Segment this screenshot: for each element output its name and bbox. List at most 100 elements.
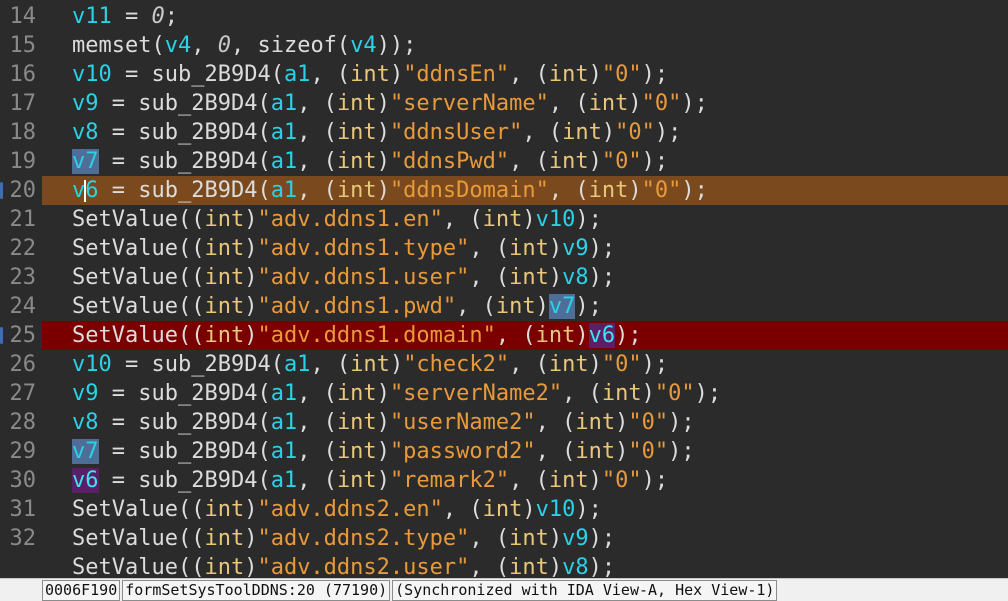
code-text[interactable]: v8 = sub_2B9D4(a1, (int)"userName2", (in… (42, 408, 1008, 437)
variable-token[interactable]: v10 (72, 352, 112, 377)
code-line[interactable]: 29 v7 = sub_2B9D4(a1, (int)"password2", (… (0, 437, 1008, 466)
code-line[interactable]: 23 SetValue((int)"adv.ddns1.user", (int)v… (0, 263, 1008, 292)
code-line[interactable]: 17 v9 = sub_2B9D4(a1, (int)"serverName", … (0, 89, 1008, 118)
code-line[interactable]: 26 v10 = sub_2B9D4(a1, (int)"check2", (in… (0, 350, 1008, 379)
variable-token[interactable]: v9 (562, 236, 589, 261)
pseudocode-view[interactable]: 14 v11 = 0; 15 memset(v4, 0, sizeof(v4)); 16… (0, 0, 1008, 578)
type-keyword: int (204, 236, 245, 261)
type-keyword: int (336, 468, 377, 493)
variable-token[interactable]: a1 (271, 91, 298, 116)
highlighted-variable[interactable]: v6 (72, 468, 99, 493)
code-text[interactable]: memset(v4, 0, sizeof(v4)); (42, 31, 1008, 60)
code-line[interactable]: SetValue((int)"adv.ddns2.user", (int)v8)… (0, 553, 1008, 578)
variable-token[interactable]: v9 (72, 91, 99, 116)
variable-token[interactable]: a1 (271, 468, 298, 493)
variable-token[interactable]: a1 (284, 352, 311, 377)
code-token: ) (575, 323, 589, 348)
code-token: , ( (509, 468, 549, 493)
variable-token[interactable]: v11 (72, 4, 112, 29)
code-line[interactable]: 22 SetValue((int)"adv.ddns1.type", (int)v… (0, 234, 1008, 263)
type-keyword: int (204, 207, 245, 232)
code-text[interactable]: v10 = sub_2B9D4(a1, (int)"check2", (int)… (42, 350, 1008, 379)
code-token: ); (681, 178, 708, 203)
code-text[interactable]: v6 = sub_2B9D4(a1, (int)"ddnsDomain", (i… (42, 176, 1008, 205)
highlighted-variable[interactable]: v7 (72, 149, 99, 174)
variable-token[interactable]: v4 (350, 33, 377, 58)
code-text[interactable]: SetValue((int)"adv.ddns2.type", (int)v9)… (42, 524, 1008, 553)
code-token: ) (244, 265, 258, 290)
code-text[interactable]: SetValue((int)"adv.ddns1.en", (int)v10); (42, 205, 1008, 234)
code-line[interactable]: 14 v11 = 0; (0, 2, 1008, 31)
code-text[interactable]: SetValue((int)"adv.ddns2.user", (int)v8)… (42, 553, 1008, 578)
variable-token[interactable]: v8 (562, 265, 589, 290)
code-line[interactable]: 21 SetValue((int)"adv.ddns1.en", (int)v10… (0, 205, 1008, 234)
variable-token[interactable]: a1 (271, 381, 298, 406)
code-line[interactable]: 31 SetValue((int)"adv.ddns2.en", (int)v10… (0, 495, 1008, 524)
line-number: 24 (0, 292, 40, 321)
code-text[interactable]: v6 = sub_2B9D4(a1, (int)"remark2", (int)… (42, 466, 1008, 495)
highlighted-variable[interactable]: v7 (548, 294, 576, 319)
string-literal: "adv.ddns1.type" (257, 236, 470, 261)
code-token: ) (376, 178, 390, 203)
variable-token[interactable]: a1 (271, 120, 298, 145)
type-keyword: int (575, 410, 616, 435)
code-text[interactable]: SetValue((int)"adv.ddns2.en", (int)v10); (42, 495, 1008, 524)
code-token: ); (575, 294, 602, 319)
variable-token[interactable]: a1 (271, 410, 298, 435)
variable-token[interactable]: a1 (271, 149, 298, 174)
variable-token[interactable]: 6 (85, 178, 98, 203)
variable-token[interactable]: v4 (165, 33, 192, 58)
code-line[interactable]: 24 SetValue((int)"adv.ddns1.pwd", (int)v7… (0, 292, 1008, 321)
code-text[interactable]: v7 = sub_2B9D4(a1, (int)"ddnsPwd", (int)… (42, 147, 1008, 176)
code-text[interactable]: SetValue((int)"adv.ddns1.pwd", (int)v7); (42, 292, 1008, 321)
highlighted-variable[interactable]: v6 (588, 323, 616, 348)
code-token: , ( (310, 62, 351, 87)
code-line[interactable]: 20 v6 = sub_2B9D4(a1, (int)"ddnsDomain", … (0, 176, 1008, 205)
code-token: = sub_2B9D4( (98, 178, 271, 203)
string-literal: "adv.ddns1.en" (257, 207, 443, 232)
variable-token[interactable]: v9 (562, 526, 589, 551)
code-text[interactable]: SetValue((int)"adv.ddns1.type", (int)v9)… (42, 234, 1008, 263)
variable-token[interactable]: a1 (284, 62, 311, 87)
variable-token[interactable]: v8 (72, 410, 99, 435)
code-text[interactable]: SetValue((int)"adv.ddns1.user", (int)v8)… (42, 263, 1008, 292)
code-line[interactable]: 28 v8 = sub_2B9D4(a1, (int)"userName2", (… (0, 408, 1008, 437)
code-text[interactable]: v9 = sub_2B9D4(a1, (int)"serverName", (i… (42, 89, 1008, 118)
code-token: , ( (297, 149, 337, 174)
variable-token[interactable]: v10 (536, 497, 576, 522)
code-text[interactable]: SetValue((int)"adv.ddns1.domain", (int)v… (42, 321, 1008, 350)
code-text[interactable]: v8 = sub_2B9D4(a1, (int)"ddnsUser", (int… (42, 118, 1008, 147)
code-token: ) (588, 468, 602, 493)
variable-token[interactable]: v (72, 178, 85, 203)
code-text[interactable]: v11 = 0; (42, 2, 1008, 31)
variable-token[interactable]: v9 (72, 381, 99, 406)
code-line[interactable]: 15 memset(v4, 0, sizeof(v4)); (0, 31, 1008, 60)
code-line[interactable]: 19 v7 = sub_2B9D4(a1, (int)"ddnsPwd", (in… (0, 147, 1008, 176)
status-address: 0006F190 (42, 579, 121, 601)
variable-token[interactable]: v8 (562, 555, 589, 578)
code-line[interactable]: 30 v6 = sub_2B9D4(a1, (int)"remark2", (in… (0, 466, 1008, 495)
type-keyword: int (509, 265, 549, 290)
code-line[interactable]: 18 v8 = sub_2B9D4(a1, (int)"ddnsUser", (i… (0, 118, 1008, 147)
string-literal: "ddnsPwd" (389, 149, 510, 174)
code-line[interactable]: 27 v9 = sub_2B9D4(a1, (int)"serverName2",… (0, 379, 1008, 408)
variable-token[interactable]: v8 (72, 120, 99, 145)
code-line[interactable]: 16 v10 = sub_2B9D4(a1, (int)"ddnsEn", (in… (0, 60, 1008, 89)
highlighted-variable[interactable]: v7 (72, 439, 99, 464)
variable-token[interactable]: a1 (271, 439, 298, 464)
code-text[interactable]: v7 = sub_2B9D4(a1, (int)"password2", (in… (42, 437, 1008, 466)
code-text[interactable]: v9 = sub_2B9D4(a1, (int)"serverName2", (… (42, 379, 1008, 408)
code-token: ) (376, 91, 390, 116)
type-keyword: int (482, 497, 523, 522)
code-token: ) (389, 62, 404, 87)
variable-token[interactable]: a1 (271, 178, 298, 203)
type-keyword: int (336, 178, 377, 203)
code-text[interactable]: v10 = sub_2B9D4(a1, (int)"ddnsEn", (int)… (42, 60, 1008, 89)
code-line[interactable]: 25 SetValue((int)"adv.ddns1.domain", (int… (0, 321, 1008, 350)
code-token: , ( (495, 323, 536, 348)
string-literal: "adv.ddns1.user" (257, 265, 470, 290)
variable-token[interactable]: v10 (536, 207, 576, 232)
variable-token[interactable]: v10 (72, 62, 112, 87)
code-line[interactable]: 32 SetValue((int)"adv.ddns2.type", (int)v… (0, 524, 1008, 553)
code-token: ); (588, 236, 616, 261)
